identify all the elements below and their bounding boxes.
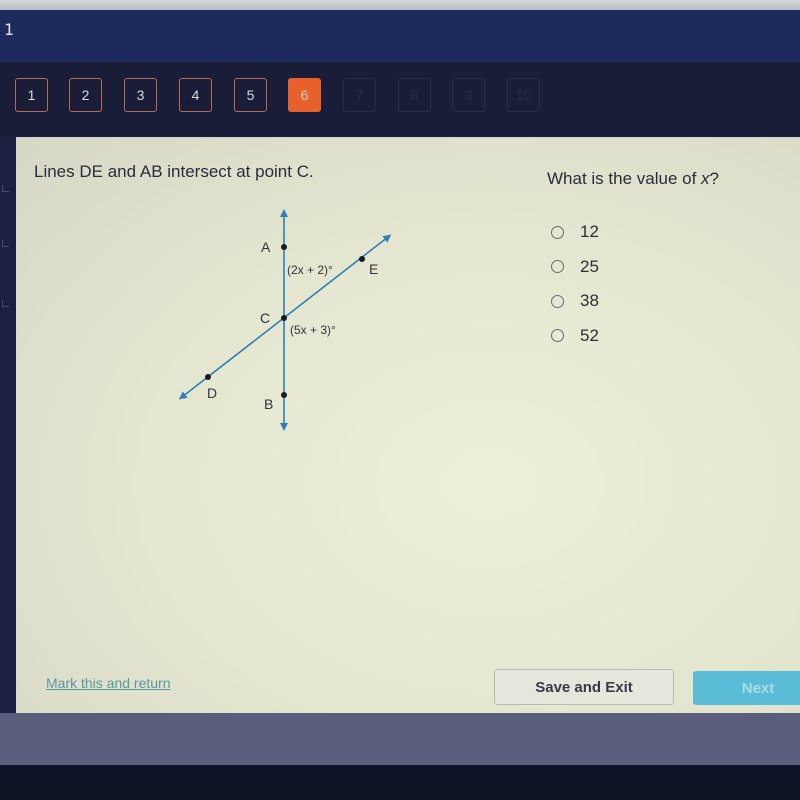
next-button[interactable]: Next (693, 671, 800, 705)
save-and-exit-button[interactable]: Save and Exit (494, 669, 674, 705)
side-marker (2, 300, 9, 307)
title-bar: 1 (0, 10, 800, 62)
option-label: 25 (580, 256, 599, 276)
question-button-7[interactable]: 7 (343, 78, 376, 112)
label-a: A (261, 239, 271, 255)
question-variable: x (701, 169, 710, 188)
question-button-5[interactable]: 5 (234, 78, 267, 112)
geometry-diagram: A C B D E (2x + 2)° (5x + 3)° (178, 209, 392, 431)
question-prefix: What is the value of (547, 169, 702, 188)
angle-top-label: (2x + 2)° (287, 263, 333, 277)
point-c (281, 315, 287, 321)
question-button-2[interactable]: 2 (69, 78, 102, 112)
mark-and-return-link[interactable]: Mark this and return (46, 675, 171, 691)
radio-button[interactable] (551, 225, 564, 239)
page-number: 1 (4, 20, 14, 39)
question-button-9[interactable]: 9 (452, 78, 485, 112)
label-e: E (369, 261, 378, 277)
answer-option-25[interactable]: 25 (551, 250, 599, 285)
answer-option-12[interactable]: 12 (551, 215, 599, 250)
radio-button[interactable] (551, 260, 564, 274)
option-label: 52 (580, 325, 599, 345)
point-d (205, 374, 211, 380)
question-text: What is the value of x? (547, 169, 719, 189)
question-button-6[interactable]: 6 (288, 78, 321, 112)
radio-button[interactable] (551, 329, 564, 343)
label-d: D (207, 385, 217, 401)
label-c: C (260, 310, 270, 326)
top-strip (0, 0, 800, 10)
answer-option-38[interactable]: 38 (551, 284, 599, 319)
answer-options: 12 25 38 52 (551, 215, 599, 353)
question-button-4[interactable]: 4 (179, 78, 212, 112)
question-suffix: ? (709, 169, 719, 188)
option-label: 38 (580, 291, 599, 311)
point-e (359, 256, 365, 262)
point-b (281, 392, 287, 398)
side-marker (2, 240, 9, 247)
radio-button[interactable] (551, 294, 564, 308)
question-panel: Lines DE and AB intersect at point C. A … (16, 137, 800, 714)
option-label: 12 (580, 222, 599, 242)
bottom-edge (0, 765, 800, 800)
question-button-1[interactable]: 1 (15, 78, 48, 112)
question-nav: 1 2 3 4 5 6 7 8 9 10 (0, 62, 800, 136)
question-button-8[interactable]: 8 (398, 78, 431, 112)
side-marker (2, 185, 9, 192)
answer-option-52[interactable]: 52 (551, 319, 599, 354)
question-button-10[interactable]: 10 (507, 78, 540, 112)
question-stem: Lines DE and AB intersect at point C. (34, 162, 314, 181)
monitor-bezel (0, 713, 800, 765)
point-a (281, 244, 287, 250)
question-button-3[interactable]: 3 (124, 78, 157, 112)
label-b: B (264, 396, 273, 412)
angle-bottom-label: (5x + 3)° (290, 323, 336, 337)
